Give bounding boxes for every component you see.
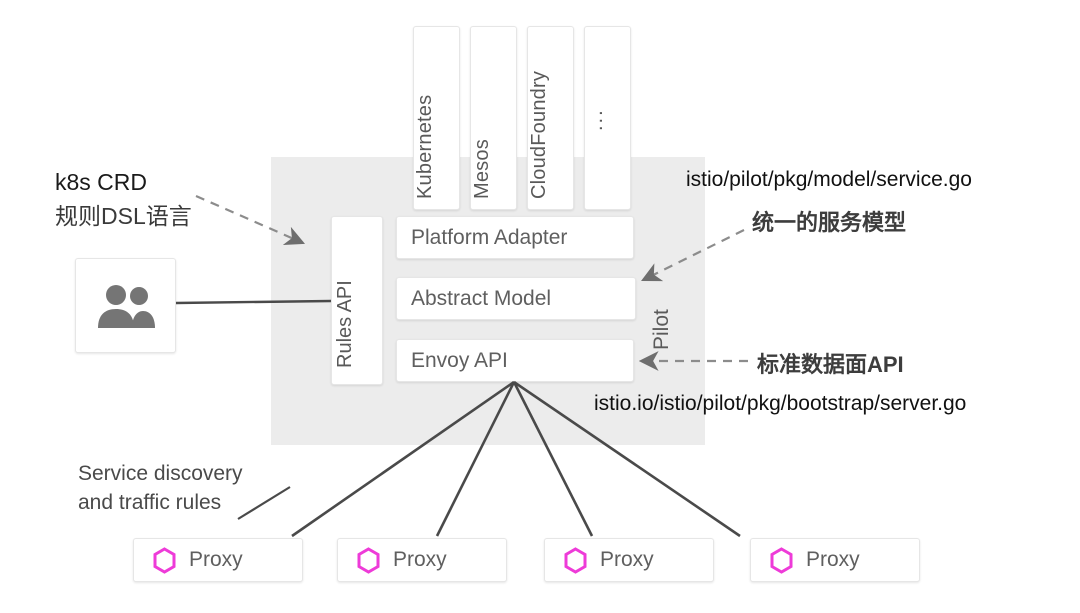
platform-label-more: ...	[584, 108, 607, 131]
platform-column-cloudfoundry: CloudFoundry	[527, 26, 574, 210]
proxy-label-2: Proxy	[393, 548, 447, 571]
annotation-service-discovery-line2: and traffic rules	[78, 491, 222, 514]
annotation-standard-dataplane-api: 标准数据面API	[757, 352, 904, 377]
rules-api-box: Rules API	[331, 216, 383, 385]
platform-column-kubernetes: Kubernetes	[413, 26, 460, 210]
proxy-box-1: Proxy	[133, 538, 303, 582]
platform-adapter-label: Platform Adapter	[411, 225, 568, 249]
rules-api-label: Rules API	[334, 280, 356, 368]
annotation-k8s-crd: k8s CRD 规则DSL语言	[55, 165, 192, 233]
platform-label-kubernetes: Kubernetes	[413, 94, 436, 199]
hexagon-icon	[153, 546, 176, 574]
line-service-discovery-note	[237, 486, 291, 520]
pilot-label: Pilot	[650, 270, 684, 350]
annotation-unified-service-model: 统一的服务模型	[752, 210, 907, 235]
annotation-service-discovery: Service discovery and traffic rules	[78, 459, 243, 517]
annotation-k8s-crd-line1: k8s CRD	[55, 169, 148, 195]
hexagon-icon	[357, 546, 380, 574]
users-box	[75, 258, 176, 353]
annotation-k8s-crd-line2: 规则DSL语言	[55, 203, 192, 229]
proxy-box-3: Proxy	[544, 538, 714, 582]
annotation-bootstrap-go-path: istio.io/istio/pilot/pkg/bootstrap/serve…	[594, 392, 967, 415]
envoy-api-label: Envoy API	[411, 348, 508, 372]
abstract-model-label: Abstract Model	[411, 286, 552, 310]
diagram-canvas: Kubernetes Mesos CloudFoundry ... Rules …	[0, 0, 1080, 613]
hexagon-icon	[564, 546, 587, 574]
proxy-label-3: Proxy	[600, 548, 654, 571]
pilot-label-text: Pilot	[650, 309, 673, 350]
abstract-model-box: Abstract Model	[396, 277, 636, 320]
platform-label-mesos: Mesos	[470, 139, 493, 199]
platform-column-more: ...	[584, 26, 631, 210]
envoy-api-box: Envoy API	[396, 339, 634, 382]
hexagon-icon	[770, 546, 793, 574]
proxy-label-1: Proxy	[189, 548, 243, 571]
users-icon	[97, 284, 155, 328]
proxy-box-2: Proxy	[337, 538, 507, 582]
proxy-box-4: Proxy	[750, 538, 920, 582]
platform-label-cloudfoundry: CloudFoundry	[527, 70, 550, 199]
platform-adapter-box: Platform Adapter	[396, 216, 634, 259]
proxy-label-4: Proxy	[806, 548, 860, 571]
annotation-service-go-path: istio/pilot/pkg/model/service.go	[686, 168, 972, 191]
platform-column-mesos: Mesos	[470, 26, 517, 210]
annotation-service-discovery-line1: Service discovery	[78, 462, 243, 485]
